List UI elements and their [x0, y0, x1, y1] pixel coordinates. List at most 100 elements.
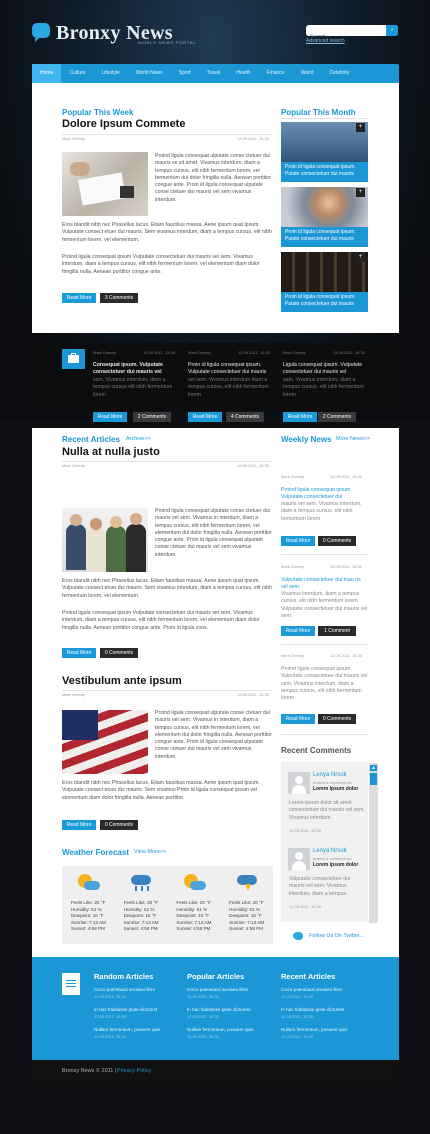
briefcase-icon	[62, 349, 85, 369]
archive-link[interactable]: Archive>>	[126, 436, 151, 442]
plus-icon[interactable]: +	[356, 253, 365, 262]
comments-button[interactable]: 2 Comments	[318, 412, 356, 422]
month-caption-3[interactable]: Proin id ligula consequat ipsum. Putate …	[281, 292, 368, 312]
twitter-link[interactable]: Follow Us On Twitter...	[309, 933, 364, 939]
comment-post[interactable]: Lorem ipsum dolor	[313, 862, 358, 868]
author: Mark Dreedy	[188, 350, 211, 355]
comments-scrollbar[interactable]: ▲	[369, 763, 378, 923]
nav-health[interactable]: Health	[228, 64, 258, 83]
article-1-image[interactable]	[62, 508, 148, 572]
search-input[interactable]	[306, 31, 386, 36]
footer-link[interactable]: In hac habitasse plate dictumst	[187, 1007, 250, 1012]
article-2-image[interactable]	[62, 710, 148, 774]
divider	[62, 461, 273, 462]
comments-button[interactable]: 0 Comments	[318, 714, 356, 724]
scroll-thumb[interactable]	[370, 773, 377, 785]
footer-link[interactable]: Nullam fermentum, posuere quis	[94, 1027, 160, 1032]
comments-button[interactable]: 0 Comments	[318, 536, 356, 546]
footer-title: Random Articles	[94, 972, 154, 981]
headline[interactable]: Consequat ipsum. Vulputate consectetuer …	[93, 362, 183, 377]
weather-day-3: Feels Like: 20 °F Humidity: 61 % Dewpoin…	[169, 872, 219, 944]
article-1-paragraph-2: Eros blandit nibh nec Phasellus lacus. E…	[62, 578, 272, 599]
footer-link[interactable]: Cisco potentiacti anoiseu libre	[94, 987, 155, 992]
month-image-1[interactable]	[281, 122, 368, 162]
nav-celebrity[interactable]: Celebrity	[322, 64, 358, 83]
sunset: Sunset: 4:58 PM	[70, 926, 105, 932]
read-more-button[interactable]: Read More	[281, 714, 315, 724]
footer-title: Popular Articles	[187, 972, 245, 981]
author: Mark Dreedy	[283, 350, 306, 355]
footer-date: 12.09.2011, 15:30	[187, 994, 219, 999]
nav-weird[interactable]: Weird	[293, 64, 322, 83]
commenter-name[interactable]: Lenya Nrsok	[313, 848, 347, 854]
footer-link[interactable]: In hac habitasse plate dictumst	[281, 1007, 344, 1012]
comments-button[interactable]: 3 Comments	[100, 293, 138, 303]
read-more-button[interactable]: Read More	[281, 536, 315, 546]
plus-icon[interactable]: +	[356, 123, 365, 132]
read-more-button[interactable]: Read More	[188, 412, 222, 422]
featured-author: Mark Dreedy	[62, 136, 85, 141]
comments-button[interactable]: 4 Comments	[226, 412, 264, 422]
feels-like: Feels Like: 20 °F	[123, 900, 159, 905]
comment-text: Lorem ipsum dolor sit amet consectetuer …	[289, 800, 365, 821]
footer-date: 12.09.2011, 15:30	[281, 994, 313, 999]
read-more-button[interactable]: Read More	[62, 648, 96, 658]
advanced-search-link[interactable]: Advanced search	[306, 38, 345, 44]
footer-date: 12.09.2011, 15:30	[94, 994, 126, 999]
footer-title: Recent Articles	[281, 972, 336, 981]
plus-icon[interactable]: +	[356, 188, 365, 197]
privacy-link[interactable]: Privacy Policy	[117, 1068, 151, 1074]
scroll-up-icon[interactable]: ▲	[370, 765, 377, 771]
weekly-2-headline[interactable]: Vulputate consectetuer dui mau ris vel s…	[281, 577, 368, 592]
article-1-paragraph-1: Proind ligula consequat ulputate conse c…	[155, 508, 272, 558]
read-more-button[interactable]: Read More	[62, 820, 96, 830]
avatar	[288, 772, 310, 794]
more-news-link[interactable]: More News>>	[336, 436, 370, 442]
comments-button[interactable]: 0 Comments	[100, 820, 138, 830]
nav-sport[interactable]: Sport	[171, 64, 199, 83]
footer-link[interactable]: Nullam fermentum, posuere quis	[187, 1027, 253, 1032]
recent-articles-title: Recent Articles	[62, 435, 120, 444]
read-more-button[interactable]: Read More	[93, 412, 127, 422]
article-2-headline[interactable]: Vestibulum ante ipsum	[62, 675, 182, 687]
month-caption-2[interactable]: Proin id ligula consequat ipsum. Putate …	[281, 227, 368, 247]
featured-headline[interactable]: Dolore Ipsum Commete	[62, 118, 185, 130]
headline[interactable]: Ligula consequat ipsum. Vulputate consec…	[283, 362, 371, 377]
comments-button[interactable]: 1 Comment	[318, 626, 356, 636]
footer-link[interactable]: Cisco potentiacti anoiseu libre	[187, 987, 248, 992]
headline[interactable]: Proin id ligula consequat ipsum. Vulputa…	[188, 362, 276, 377]
comments-button[interactable]: 2 Comments	[133, 412, 171, 422]
nav-world-news[interactable]: World News	[128, 64, 171, 83]
read-more-button[interactable]: Read More	[281, 626, 315, 636]
weekly-1-headline[interactable]: Proind ligula consequat ipsum Vulputate …	[281, 487, 368, 502]
comments-button[interactable]: 0 Comments	[100, 648, 138, 658]
twitter-bird-icon[interactable]	[293, 932, 303, 940]
nav-culture[interactable]: Culture	[61, 64, 93, 83]
footer-link[interactable]: Cisco potentiacti anoiseu libre	[281, 987, 342, 992]
divider	[281, 554, 368, 555]
read-more-button[interactable]: Read More	[283, 412, 317, 422]
month-image-3[interactable]	[281, 252, 368, 292]
month-image-2[interactable]	[281, 187, 368, 227]
nav-travel[interactable]: Travel	[199, 64, 229, 83]
nav-home[interactable]: Home	[32, 64, 62, 83]
divider	[62, 690, 273, 691]
comment-post[interactable]: Lorem ipsum dolor	[313, 786, 358, 792]
weekly-3-author: Mark Dreedy	[281, 653, 304, 658]
nav-lifestyle[interactable]: Lifestyle	[93, 64, 127, 83]
commenter-name[interactable]: Lenya Nrsok	[313, 772, 347, 778]
nav-finance[interactable]: Finance	[259, 64, 293, 83]
footer-link[interactable]: Nullam fermentum, posuere quis	[281, 1027, 347, 1032]
comment-text: Vulputate consectetuer dui mauris vel se…	[289, 876, 351, 897]
article-1-headline[interactable]: Nulla at nulla justo	[62, 446, 160, 458]
footer-date: 12.09.2011, 15:30	[187, 1034, 219, 1039]
footer-link[interactable]: In hac habitasse plate dictumst	[94, 1007, 157, 1012]
weather-title: Weather Forecast	[62, 848, 129, 857]
read-more-button[interactable]: Read More	[62, 293, 96, 303]
divider	[281, 734, 368, 735]
chat-bubble-icon	[32, 23, 50, 42]
month-caption-1[interactable]: Proin id ligula consequat ipsum. Putate …	[281, 162, 368, 182]
search-arrow-icon[interactable]: ›	[386, 25, 398, 36]
featured-image[interactable]	[62, 152, 148, 216]
weather-more-link[interactable]: View More>>	[134, 849, 166, 855]
